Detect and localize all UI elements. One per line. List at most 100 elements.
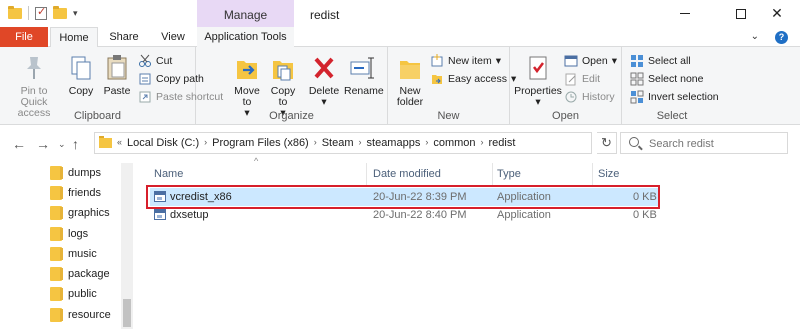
cut-button[interactable]: Cut bbox=[138, 53, 172, 69]
chevron-right-icon[interactable]: › bbox=[481, 137, 484, 149]
paste-button[interactable]: Paste bbox=[100, 53, 134, 97]
window-title: redist bbox=[310, 8, 340, 22]
search-box[interactable] bbox=[620, 132, 788, 154]
scrollbar-thumb[interactable] bbox=[123, 299, 131, 327]
breadcrumb-local-disk[interactable]: Local Disk (C:) bbox=[127, 137, 199, 149]
history-icon bbox=[564, 90, 578, 104]
breadcrumb-program-files[interactable]: Program Files (x86) bbox=[212, 137, 309, 149]
nav-folder-label: package bbox=[68, 268, 110, 280]
back-arrow-icon[interactable]: ← bbox=[12, 136, 26, 152]
nav-folder-logs[interactable]: logs bbox=[50, 224, 88, 244]
new-folder-label: New folder bbox=[396, 85, 424, 108]
search-input[interactable] bbox=[649, 136, 784, 151]
nav-folder-music[interactable]: music bbox=[50, 244, 97, 264]
new-group-label: New bbox=[437, 110, 460, 122]
nav-scrollbar[interactable] bbox=[121, 163, 133, 329]
tab-view[interactable]: View bbox=[156, 27, 190, 47]
properties-button[interactable]: Properties ▾ bbox=[514, 53, 562, 108]
move-to-label: Move to bbox=[234, 85, 260, 108]
invert-selection-label: Invert selection bbox=[648, 91, 719, 103]
navigation-pane: dumps friends graphics logs music packag… bbox=[0, 163, 135, 329]
breadcrumb-steamapps[interactable]: steamapps bbox=[367, 137, 421, 149]
expand-ribbon-icon[interactable]: ⌄ bbox=[751, 31, 759, 44]
nav-folder-package[interactable]: package bbox=[50, 264, 110, 284]
column-header-type[interactable]: Type bbox=[497, 163, 589, 185]
recent-locations-icon[interactable]: ⌄ bbox=[58, 139, 66, 150]
cut-label: Cut bbox=[156, 55, 173, 67]
chevron-right-icon[interactable]: › bbox=[359, 137, 362, 149]
column-divider[interactable] bbox=[492, 163, 493, 185]
new-item-button[interactable]: New item ▾ bbox=[430, 53, 501, 69]
copy-to-icon bbox=[269, 53, 297, 83]
select-none-label: Select none bbox=[648, 73, 704, 85]
edit-button[interactable]: Edit bbox=[564, 71, 600, 87]
select-group: Select all Select none Invert selection … bbox=[622, 47, 722, 125]
folder-icon bbox=[50, 247, 63, 261]
copy-path-button[interactable]: Copy path bbox=[138, 71, 204, 87]
tab-home[interactable]: Home bbox=[50, 27, 98, 48]
select-all-label: Select all bbox=[648, 55, 691, 67]
nav-folder-resource[interactable]: resource bbox=[50, 305, 111, 325]
tab-application-tools[interactable]: Application Tools bbox=[197, 27, 294, 47]
overflow-chevron-icon[interactable]: « bbox=[117, 137, 122, 149]
select-all-button[interactable]: Select all bbox=[630, 53, 691, 69]
properties-icon[interactable] bbox=[35, 5, 47, 20]
breadcrumb-redist[interactable]: redist bbox=[489, 137, 516, 149]
invert-selection-button[interactable]: Invert selection bbox=[630, 89, 719, 105]
select-none-button[interactable]: Select none bbox=[630, 71, 703, 87]
copy-button[interactable]: Copy bbox=[64, 53, 98, 97]
minimize-button[interactable] bbox=[662, 0, 708, 27]
column-divider[interactable] bbox=[592, 163, 593, 185]
breadcrumb-steam[interactable]: Steam bbox=[322, 137, 354, 149]
column-header-date-modified[interactable]: Date modified bbox=[373, 163, 491, 185]
folder-icon bbox=[50, 186, 63, 200]
dropdown-arrow-icon: ▾ bbox=[321, 96, 327, 108]
chevron-right-icon[interactable]: › bbox=[425, 137, 428, 149]
file-type: Application bbox=[497, 209, 551, 221]
new-folder-button[interactable]: New folder bbox=[392, 53, 428, 108]
open-button[interactable]: Open ▾ bbox=[564, 53, 617, 69]
breadcrumb-common[interactable]: common bbox=[433, 137, 475, 149]
easy-access-button[interactable]: Easy access ▾ bbox=[430, 71, 516, 87]
paste-icon bbox=[103, 53, 131, 83]
ribbon-tab-row: File Home Share View Application Tools bbox=[0, 27, 800, 48]
nav-folder-label: public bbox=[68, 288, 97, 300]
folder-icon bbox=[50, 227, 63, 241]
delete-button[interactable]: Delete ▾ bbox=[306, 53, 342, 108]
file-date: 20-Jun-22 8:40 PM bbox=[373, 209, 467, 221]
close-button[interactable]: ✕ bbox=[754, 0, 800, 27]
tab-share[interactable]: Share bbox=[104, 27, 144, 47]
customize-toolbar-icon[interactable]: ▾ bbox=[73, 8, 78, 19]
history-button[interactable]: History bbox=[564, 89, 615, 105]
chevron-right-icon[interactable]: › bbox=[314, 137, 317, 149]
copy-icon bbox=[67, 53, 95, 83]
highlight-box bbox=[146, 185, 660, 209]
rename-button[interactable]: Rename bbox=[344, 53, 384, 97]
refresh-button[interactable]: ↻ bbox=[597, 132, 617, 154]
nav-folder-dumps[interactable]: dumps bbox=[50, 163, 101, 183]
quick-access-toolbar: ▾ bbox=[8, 5, 78, 20]
new-folder-icon[interactable] bbox=[53, 5, 67, 19]
history-label: History bbox=[582, 91, 615, 103]
column-header-size[interactable]: Size bbox=[598, 163, 658, 185]
chevron-right-icon[interactable]: › bbox=[204, 137, 207, 149]
up-arrow-icon[interactable]: ↑ bbox=[72, 136, 79, 152]
help-icon[interactable]: ? bbox=[775, 31, 788, 44]
breadcrumb: « Local Disk (C:) › Program Files (x86) … bbox=[117, 137, 515, 149]
tab-file[interactable]: File bbox=[0, 27, 48, 47]
file-size: 0 KB bbox=[633, 209, 657, 221]
refresh-icon: ↻ bbox=[601, 135, 612, 150]
nav-folder-public[interactable]: public bbox=[50, 284, 97, 304]
folder-icon[interactable] bbox=[8, 5, 22, 19]
nav-folder-graphics[interactable]: graphics bbox=[50, 203, 110, 223]
open-group: Properties ▾ Open ▾ Edit History Open bbox=[510, 47, 622, 125]
column-divider[interactable] bbox=[366, 163, 367, 185]
nav-folder-friends[interactable]: friends bbox=[50, 183, 101, 203]
forward-arrow-icon[interactable]: → bbox=[36, 136, 50, 152]
new-folder-icon bbox=[396, 53, 424, 83]
open-group-label: Open bbox=[552, 110, 579, 122]
nav-folder-label: graphics bbox=[68, 207, 110, 219]
open-icon bbox=[564, 54, 578, 68]
column-header-name[interactable]: Name bbox=[154, 163, 364, 185]
address-bar[interactable]: « Local Disk (C:) › Program Files (x86) … bbox=[94, 132, 677, 154]
